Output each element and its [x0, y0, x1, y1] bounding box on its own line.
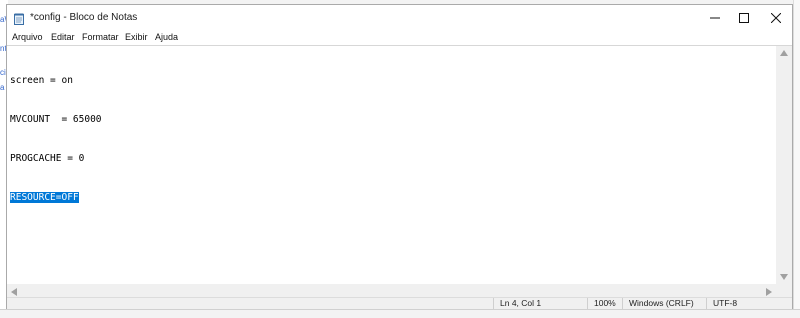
maximize-icon: [739, 13, 749, 23]
selected-text: RESOURCE=OFF: [10, 192, 79, 203]
background-text-fragment: ci: [0, 68, 6, 77]
menu-formatar[interactable]: Formatar: [82, 32, 119, 42]
menu-ajuda[interactable]: Ajuda: [155, 32, 178, 42]
menu-exibir[interactable]: Exibir: [125, 32, 148, 42]
text-content[interactable]: screen = on MVCOUNT = 65000 PROGCACHE = …: [10, 48, 775, 274]
notepad-window: *config - Bloco de Notas Arquivo Editar …: [6, 4, 793, 309]
encoding: UTF-8: [706, 298, 787, 309]
cursor-position: Ln 4, Col 1: [493, 298, 586, 309]
window-title: *config - Bloco de Notas: [30, 12, 138, 23]
close-icon: [771, 13, 781, 23]
scroll-up-arrow-icon[interactable]: [780, 50, 788, 56]
menu-bar: Arquivo Editar Formatar Exibir Ajuda: [7, 31, 792, 46]
zoom-level: 100%: [587, 298, 620, 309]
minimize-icon: [710, 17, 720, 19]
text-line: MVCOUNT = 65000: [10, 114, 102, 125]
background-text-fragment: a: [0, 83, 5, 92]
menu-arquivo[interactable]: Arquivo: [12, 32, 43, 42]
background-page-right: [793, 0, 800, 317]
close-button[interactable]: [753, 5, 799, 31]
text-editor[interactable]: screen = on MVCOUNT = 65000 PROGCACHE = …: [7, 45, 792, 300]
text-line: screen = on: [10, 75, 73, 86]
vertical-scrollbar[interactable]: [776, 46, 792, 284]
scroll-right-arrow-icon[interactable]: [766, 288, 772, 296]
menu-editar[interactable]: Editar: [51, 32, 75, 42]
notepad-icon: [14, 13, 24, 25]
title-bar[interactable]: *config - Bloco de Notas: [7, 5, 792, 31]
text-line: PROGCACHE = 0: [10, 153, 85, 164]
status-bar: Ln 4, Col 1 100% Windows (CRLF) UTF-8: [7, 297, 792, 309]
scroll-left-arrow-icon[interactable]: [11, 288, 17, 296]
line-ending: Windows (CRLF): [622, 298, 703, 309]
text-line-selected: RESOURCE=OFF: [10, 191, 775, 204]
scroll-down-arrow-icon[interactable]: [780, 274, 788, 280]
